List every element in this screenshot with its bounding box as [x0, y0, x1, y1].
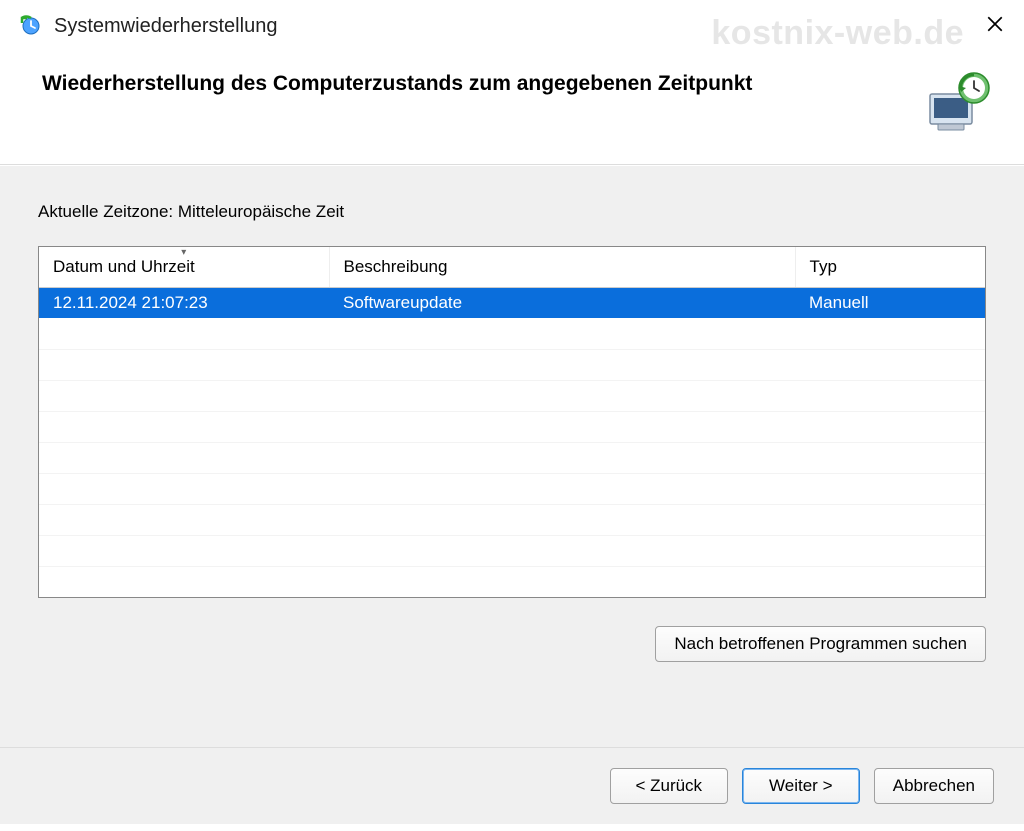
- column-header-type[interactable]: Typ: [795, 247, 985, 288]
- table-row: [39, 411, 985, 442]
- wizard-footer: < Zurück Weiter > Abbrechen: [0, 747, 1024, 824]
- close-icon[interactable]: [978, 9, 1012, 43]
- sort-desc-icon: ▾: [181, 247, 186, 258]
- window-title: Systemwiederherstellung: [54, 15, 978, 38]
- scan-affected-programs-button[interactable]: Nach betroffenen Programmen suchen: [655, 626, 986, 662]
- cell-date: 12.11.2024 21:07:23: [39, 288, 329, 319]
- timezone-label: Aktuelle Zeitzone: Mitteleuropäische Zei…: [38, 202, 986, 222]
- titlebar: Systemwiederherstellung: [0, 0, 1024, 50]
- cell-description: Softwareupdate: [329, 288, 795, 319]
- content-panel: Aktuelle Zeitzone: Mitteleuropäische Zei…: [0, 165, 1024, 747]
- column-label: Typ: [810, 257, 837, 276]
- column-label: Beschreibung: [344, 257, 448, 276]
- table-row: [39, 473, 985, 504]
- table-row: [39, 535, 985, 566]
- cancel-button[interactable]: Abbrechen: [874, 768, 994, 804]
- table-row: [39, 318, 985, 349]
- next-button[interactable]: Weiter >: [742, 768, 860, 804]
- column-header-description[interactable]: Beschreibung: [329, 247, 795, 288]
- table-row: [39, 442, 985, 473]
- back-button[interactable]: < Zurück: [610, 768, 728, 804]
- cell-type: Manuell: [795, 288, 985, 319]
- table-row: [39, 349, 985, 380]
- restore-points-table[interactable]: ▾ Datum und Uhrzeit Beschreibung Typ 12.…: [38, 246, 986, 598]
- page-title: Wiederherstellung des Computerzustands z…: [42, 72, 904, 96]
- table-row[interactable]: 12.11.2024 21:07:23 Softwareupdate Manue…: [39, 288, 985, 319]
- restore-large-icon: [924, 72, 994, 136]
- table-row: [39, 504, 985, 535]
- table-row: [39, 380, 985, 411]
- column-label: Datum und Uhrzeit: [53, 257, 195, 276]
- system-restore-icon: [18, 14, 42, 38]
- column-header-date[interactable]: ▾ Datum und Uhrzeit: [39, 247, 329, 288]
- header-section: Wiederherstellung des Computerzustands z…: [0, 50, 1024, 165]
